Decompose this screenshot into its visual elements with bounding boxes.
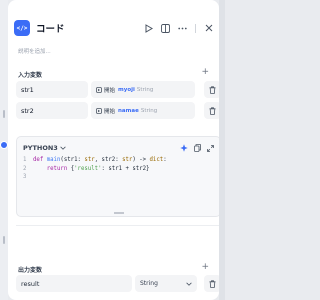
output-name-input[interactable]: result <box>16 275 132 292</box>
source-variable-label: myoji <box>118 86 135 93</box>
variable-name-input[interactable]: str2 <box>16 102 88 119</box>
panel-header: </> コード <box>14 18 213 38</box>
trash-icon <box>209 85 216 94</box>
code-content[interactable]: 1 def main (str1: str, str2: str) -> dict:… <box>23 156 167 182</box>
variable-reference-select[interactable]: 開始 namae String <box>91 102 195 119</box>
code-line: 3 <box>23 173 167 182</box>
line-number: 1 <box>23 157 27 163</box>
variable-name-input[interactable]: str1 <box>16 81 88 98</box>
source-node-label: 開始 <box>104 108 116 115</box>
output-variable-row: result String <box>16 275 221 292</box>
output-type-value: String <box>140 280 158 287</box>
variable-type-label: String <box>140 107 158 114</box>
more-icon[interactable] <box>178 24 187 33</box>
start-node-icon <box>96 86 102 93</box>
canvas-right-edge <box>219 0 225 300</box>
add-input-variable-button[interactable]: + <box>201 68 209 77</box>
section-divider <box>16 225 221 226</box>
input-variable-row: str2 開始 namae String <box>16 102 221 119</box>
output-variables-heading: 出力変数 <box>18 267 43 274</box>
trash-icon <box>209 279 216 288</box>
line-number: 2 <box>23 165 27 172</box>
source-variable-label: namae <box>118 107 139 114</box>
code-editor[interactable]: PYTHON3 1 def main (str1: str, str2: str) … <box>16 136 221 217</box>
chevron-down-icon[interactable] <box>60 146 66 150</box>
canvas-left-edge <box>0 0 8 300</box>
expand-icon[interactable] <box>207 144 214 152</box>
header-separator <box>195 23 196 33</box>
add-output-variable-button[interactable]: + <box>201 263 209 272</box>
node-settings-panel: </> コード 説明を追加... 入力変数 + str1 開始 myoji St… <box>8 0 221 300</box>
code-editor-header: PYTHON3 <box>23 143 214 153</box>
resize-handle[interactable] <box>3 110 5 118</box>
copy-icon[interactable] <box>194 144 201 152</box>
input-variable-row: str1 開始 myoji String <box>16 81 221 98</box>
resize-handle[interactable] <box>3 236 5 244</box>
line-number: 3 <box>23 174 27 180</box>
output-type-select[interactable]: String <box>135 275 197 292</box>
chevron-down-icon <box>186 282 192 286</box>
variable-type-label: String <box>136 86 154 93</box>
split-view-icon[interactable] <box>161 23 170 33</box>
close-icon[interactable] <box>204 24 213 33</box>
input-variables-heading: 入力変数 <box>18 72 43 79</box>
editor-resize-handle[interactable] <box>113 212 124 214</box>
source-node-label: 開始 <box>104 87 116 94</box>
variable-reference-select[interactable]: 開始 myoji String <box>91 81 195 98</box>
ai-sparkle-icon[interactable] <box>180 144 188 152</box>
start-node-icon <box>96 107 102 114</box>
language-select[interactable]: PYTHON3 <box>23 144 58 152</box>
connection-handle[interactable] <box>0 141 8 149</box>
code-line: 2 return {'result': str1 + str2} <box>23 165 150 172</box>
trash-icon <box>209 106 216 115</box>
code-line: 1 def main (str1: str, str2: str) -> dict: <box>23 157 167 163</box>
description-input[interactable]: 説明を追加... <box>18 47 51 55</box>
code-icon: </> <box>14 20 30 36</box>
play-icon[interactable] <box>144 23 153 33</box>
node-title[interactable]: コード <box>36 21 65 35</box>
